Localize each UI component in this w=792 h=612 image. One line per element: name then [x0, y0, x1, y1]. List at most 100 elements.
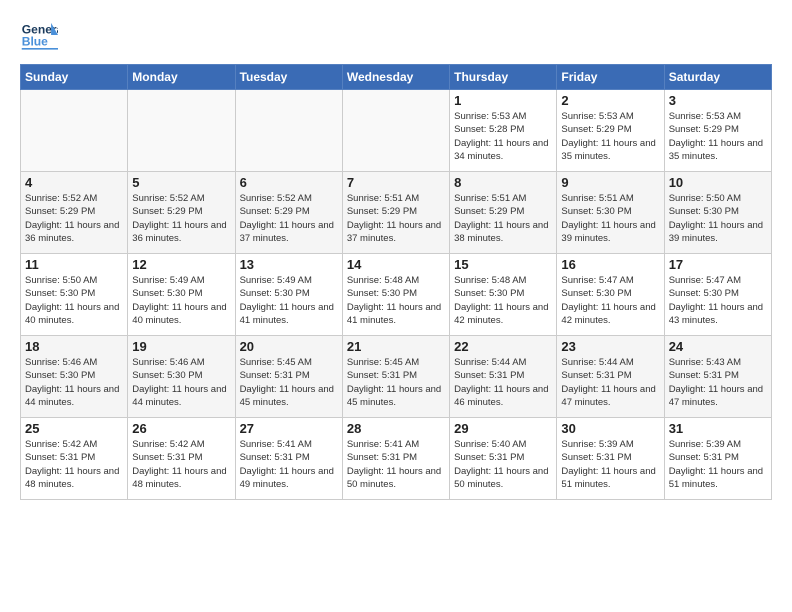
calendar-cell: 1 Sunrise: 5:53 AM Sunset: 5:28 PM Daylig… [450, 90, 557, 172]
day-info: Sunrise: 5:48 AM Sunset: 5:30 PM Dayligh… [347, 274, 445, 327]
calendar-cell: 10Sunrise: 5:50 AM Sunset: 5:30 PM Dayli… [664, 172, 771, 254]
calendar-cell [235, 90, 342, 172]
calendar-cell: 17 Sunrise: 5:47 AM Sunset: 5:30 PM Dayli… [664, 254, 771, 336]
calendar-cell: 8 Sunrise: 5:51 AM Sunset: 5:29 PM Daylig… [450, 172, 557, 254]
calendar-cell: 25 Sunrise: 5:42 AM Sunset: 5:31 PM Dayli… [21, 418, 128, 500]
day-info: Sunrise: 5:50 AM Sunset: 5:30 PM Dayligh… [25, 274, 123, 327]
day-info: Sunrise: 5:39 AM Sunset: 5:31 PM Dayligh… [561, 438, 659, 491]
weekday-header-row: SundayMondayTuesdayWednesdayThursdayFrid… [21, 65, 772, 90]
day-info: Sunrise: 5:44 AM Sunset: 5:31 PM Dayligh… [561, 356, 659, 409]
day-info: Sunrise: 5:52 AM Sunset: 5:29 PM Dayligh… [132, 192, 230, 245]
day-info: Sunrise: 5:41 AM Sunset: 5:31 PM Dayligh… [347, 438, 445, 491]
day-info: Sunrise: 5:51 AM Sunset: 5:29 PM Dayligh… [454, 192, 552, 245]
weekday-header-friday: Friday [557, 65, 664, 90]
day-number: 24 [669, 339, 767, 354]
day-info: Sunrise: 5:53 AM Sunset: 5:29 PM Dayligh… [561, 110, 659, 163]
weekday-header-tuesday: Tuesday [235, 65, 342, 90]
calendar-cell: 20 Sunrise: 5:45 AM Sunset: 5:31 PM Dayli… [235, 336, 342, 418]
day-info: Sunrise: 5:47 AM Sunset: 5:30 PM Dayligh… [561, 274, 659, 327]
day-number: 11 [25, 257, 123, 272]
day-number: 15 [454, 257, 552, 272]
day-number: 23 [561, 339, 659, 354]
day-number: 14 [347, 257, 445, 272]
day-number: 16 [561, 257, 659, 272]
header: General Blue [20, 16, 772, 54]
day-info: Sunrise: 5:46 AM Sunset: 5:30 PM Dayligh… [25, 356, 123, 409]
calendar-cell [342, 90, 449, 172]
calendar-cell: 31Sunrise: 5:39 AM Sunset: 5:31 PM Dayli… [664, 418, 771, 500]
week-row-1: 1 Sunrise: 5:53 AM Sunset: 5:28 PM Daylig… [21, 90, 772, 172]
day-info: Sunrise: 5:47 AM Sunset: 5:30 PM Dayligh… [669, 274, 767, 327]
calendar-cell: 15 Sunrise: 5:48 AM Sunset: 5:30 PM Dayli… [450, 254, 557, 336]
page: General Blue SundayMondayTuesdayWednesda… [0, 0, 792, 612]
day-number: 5 [132, 175, 230, 190]
day-info: Sunrise: 5:52 AM Sunset: 5:29 PM Dayligh… [25, 192, 123, 245]
day-info: Sunrise: 5:53 AM Sunset: 5:28 PM Dayligh… [454, 110, 552, 163]
day-info: Sunrise: 5:45 AM Sunset: 5:31 PM Dayligh… [240, 356, 338, 409]
day-info: Sunrise: 5:48 AM Sunset: 5:30 PM Dayligh… [454, 274, 552, 327]
day-info: Sunrise: 5:44 AM Sunset: 5:31 PM Dayligh… [454, 356, 552, 409]
calendar-cell: 13 Sunrise: 5:49 AM Sunset: 5:30 PM Dayli… [235, 254, 342, 336]
day-number: 3 [669, 93, 767, 108]
day-number: 27 [240, 421, 338, 436]
day-number: 4 [25, 175, 123, 190]
day-number: 19 [132, 339, 230, 354]
calendar-cell: 29Sunrise: 5:40 AM Sunset: 5:31 PM Dayli… [450, 418, 557, 500]
calendar-cell: 28 Sunrise: 5:41 AM Sunset: 5:31 PM Dayli… [342, 418, 449, 500]
day-number: 13 [240, 257, 338, 272]
svg-text:Blue: Blue [22, 34, 48, 48]
calendar-cell: 26Sunrise: 5:42 AM Sunset: 5:31 PM Dayli… [128, 418, 235, 500]
day-info: Sunrise: 5:51 AM Sunset: 5:30 PM Dayligh… [561, 192, 659, 245]
calendar-cell: 11 Sunrise: 5:50 AM Sunset: 5:30 PM Dayli… [21, 254, 128, 336]
day-number: 26 [132, 421, 230, 436]
calendar-cell: 16 Sunrise: 5:47 AM Sunset: 5:30 PM Dayli… [557, 254, 664, 336]
calendar-cell: 2Sunrise: 5:53 AM Sunset: 5:29 PM Daylig… [557, 90, 664, 172]
weekday-header-wednesday: Wednesday [342, 65, 449, 90]
calendar-cell: 6 Sunrise: 5:52 AM Sunset: 5:29 PM Daylig… [235, 172, 342, 254]
day-number: 18 [25, 339, 123, 354]
calendar-cell: 14 Sunrise: 5:48 AM Sunset: 5:30 PM Dayli… [342, 254, 449, 336]
week-row-4: 18 Sunrise: 5:46 AM Sunset: 5:30 PM Dayli… [21, 336, 772, 418]
day-info: Sunrise: 5:53 AM Sunset: 5:29 PM Dayligh… [669, 110, 767, 163]
day-number: 25 [25, 421, 123, 436]
calendar-cell: 30 Sunrise: 5:39 AM Sunset: 5:31 PM Dayli… [557, 418, 664, 500]
day-number: 17 [669, 257, 767, 272]
week-row-5: 25 Sunrise: 5:42 AM Sunset: 5:31 PM Dayli… [21, 418, 772, 500]
calendar-cell: 9Sunrise: 5:51 AM Sunset: 5:30 PM Daylig… [557, 172, 664, 254]
day-info: Sunrise: 5:40 AM Sunset: 5:31 PM Dayligh… [454, 438, 552, 491]
calendar-cell: 23 Sunrise: 5:44 AM Sunset: 5:31 PM Dayli… [557, 336, 664, 418]
day-info: Sunrise: 5:45 AM Sunset: 5:31 PM Dayligh… [347, 356, 445, 409]
weekday-header-saturday: Saturday [664, 65, 771, 90]
day-number: 30 [561, 421, 659, 436]
day-number: 20 [240, 339, 338, 354]
calendar-cell: 18 Sunrise: 5:46 AM Sunset: 5:30 PM Dayli… [21, 336, 128, 418]
weekday-header-sunday: Sunday [21, 65, 128, 90]
day-info: Sunrise: 5:49 AM Sunset: 5:30 PM Dayligh… [240, 274, 338, 327]
calendar-cell: 3 Sunrise: 5:53 AM Sunset: 5:29 PM Daylig… [664, 90, 771, 172]
day-info: Sunrise: 5:42 AM Sunset: 5:31 PM Dayligh… [25, 438, 123, 491]
day-number: 12 [132, 257, 230, 272]
day-info: Sunrise: 5:41 AM Sunset: 5:31 PM Dayligh… [240, 438, 338, 491]
day-info: Sunrise: 5:39 AM Sunset: 5:31 PM Dayligh… [669, 438, 767, 491]
logo-icon: General Blue [20, 16, 58, 54]
calendar-cell: 12 Sunrise: 5:49 AM Sunset: 5:30 PM Dayli… [128, 254, 235, 336]
calendar-cell [21, 90, 128, 172]
week-row-2: 4 Sunrise: 5:52 AM Sunset: 5:29 PM Daylig… [21, 172, 772, 254]
calendar-cell: 7Sunrise: 5:51 AM Sunset: 5:29 PM Daylig… [342, 172, 449, 254]
calendar-cell: 24 Sunrise: 5:43 AM Sunset: 5:31 PM Dayli… [664, 336, 771, 418]
day-number: 7 [347, 175, 445, 190]
day-number: 6 [240, 175, 338, 190]
calendar-cell: 21 Sunrise: 5:45 AM Sunset: 5:31 PM Dayli… [342, 336, 449, 418]
weekday-header-monday: Monday [128, 65, 235, 90]
week-row-3: 11 Sunrise: 5:50 AM Sunset: 5:30 PM Dayli… [21, 254, 772, 336]
day-number: 28 [347, 421, 445, 436]
day-info: Sunrise: 5:52 AM Sunset: 5:29 PM Dayligh… [240, 192, 338, 245]
day-number: 1 [454, 93, 552, 108]
calendar-cell [128, 90, 235, 172]
day-info: Sunrise: 5:43 AM Sunset: 5:31 PM Dayligh… [669, 356, 767, 409]
calendar-table: SundayMondayTuesdayWednesdayThursdayFrid… [20, 64, 772, 500]
calendar-cell: 4 Sunrise: 5:52 AM Sunset: 5:29 PM Daylig… [21, 172, 128, 254]
day-number: 8 [454, 175, 552, 190]
day-info: Sunrise: 5:49 AM Sunset: 5:30 PM Dayligh… [132, 274, 230, 327]
day-number: 21 [347, 339, 445, 354]
